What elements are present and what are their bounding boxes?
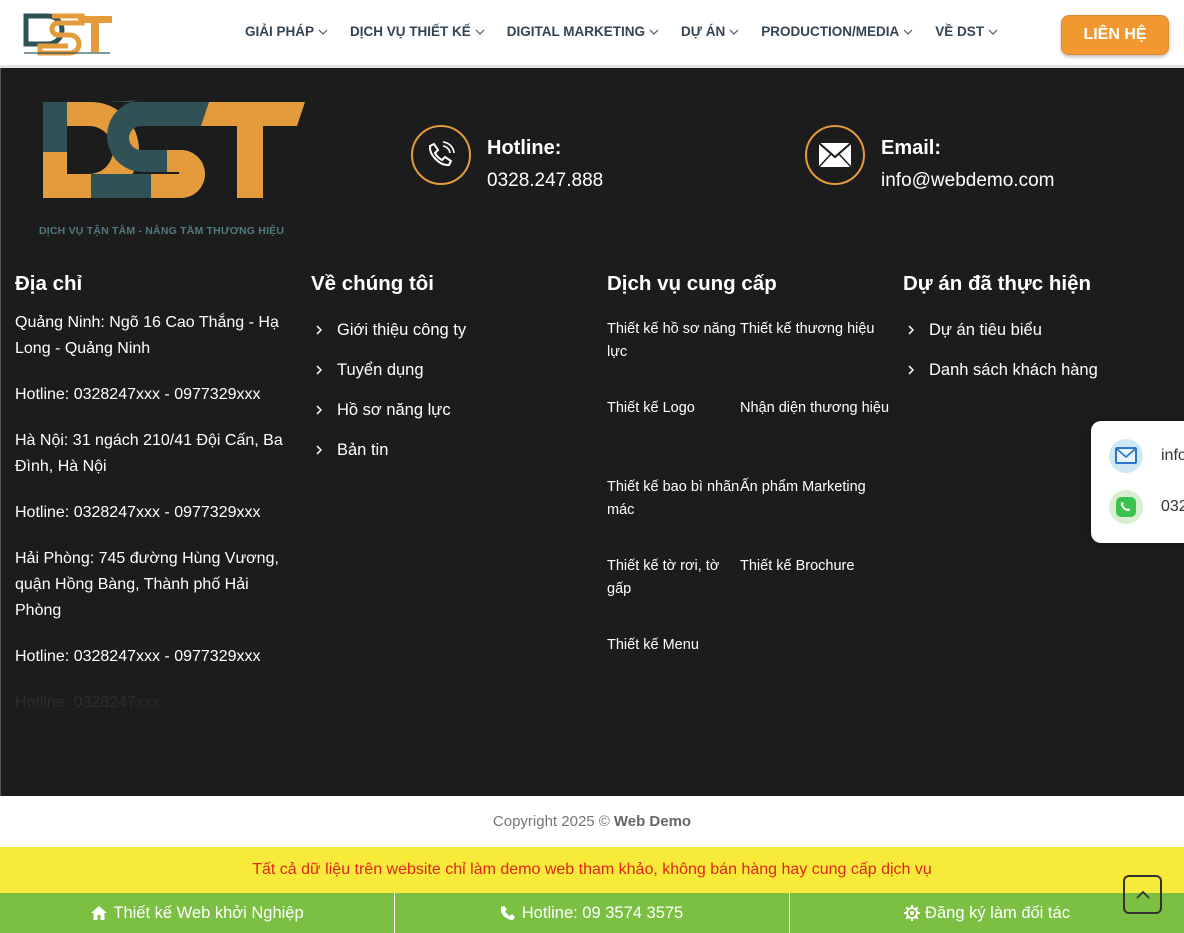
project-link[interactable]: Danh sách khách hàng <box>903 350 1163 390</box>
address-line-faded: Hotline: 0328247xxx <box>15 694 160 711</box>
about-column: Về chúng tôi Giới thiệu công ty Tuyển dụ… <box>311 272 581 470</box>
address-line: Hải Phòng: 745 đường Hùng Vương, quận Hồ… <box>15 550 279 619</box>
bottom-hotline-button[interactable]: Hotline: 09 3574 3575 <box>395 893 790 933</box>
chevron-down-icon <box>475 29 485 35</box>
link-label: Hồ sơ năng lực <box>337 400 451 419</box>
chevron-down-icon <box>318 29 328 35</box>
chevron-right-icon <box>908 365 915 375</box>
brand-tagline: DỊCH VỤ TẬN TÂM - NÂNG TẦM THƯƠNG HIỆU <box>39 225 285 237</box>
hotline-label: Hotline: <box>487 137 562 159</box>
link-label: Dự án tiêu biểu <box>929 320 1042 339</box>
address-title: Địa chỉ <box>15 272 83 295</box>
hotline-value[interactable]: 0328.247.888 <box>487 170 603 192</box>
home-icon <box>91 906 108 920</box>
demo-notice: Tất cả dữ liệu trên website chỉ làm demo… <box>0 847 1184 893</box>
about-link[interactable]: Bản tin <box>311 430 581 470</box>
dst-footer-logo: DỊCH VỤ TẬN TÂM - NÂNG TẦM THƯƠNG HIỆU <box>39 98 309 237</box>
about-title: Về chúng tôi <box>311 272 434 295</box>
notice-text: Tất cả dữ liệu trên website chỉ làm demo… <box>252 861 932 878</box>
service-link[interactable]: Thiết kế Logo <box>607 397 740 476</box>
phone-icon <box>411 125 471 185</box>
copyright-prefix: Copyright 2025 © <box>492 813 610 830</box>
projects-title: Dự án đã thực hiện <box>903 272 1092 295</box>
bottom-label: Đăng ký làm đối tác <box>925 903 1070 922</box>
email-label: Email: <box>881 137 942 159</box>
nav-label: DỰ ÁN <box>681 24 726 39</box>
link-label: Bản tin <box>337 440 389 459</box>
about-link[interactable]: Hồ sơ năng lực <box>311 390 581 430</box>
bottom-action-bar: Thiết kế Web khởi Nghiệp Hotline: 09 357… <box>0 893 1184 933</box>
link-label: Danh sách khách hàng <box>929 360 1098 379</box>
services-title: Dịch vụ cung cấp <box>607 272 777 295</box>
services-column: Dịch vụ cung cấp Thiết kế hồ sơ năng lực… <box>607 272 892 713</box>
address-line: Quảng Ninh: Ngõ 16 Cao Thắng - Hạ Long -… <box>15 314 279 357</box>
address-line: Hotline: 0328247xxx - 0977329xxx <box>15 648 261 665</box>
service-link[interactable]: Thiết kế tờ rơi, tờ gấp <box>607 555 740 634</box>
project-link[interactable]: Dự án tiêu biểu <box>903 310 1163 350</box>
chevron-down-icon <box>903 29 913 35</box>
about-link[interactable]: Tuyển dụng <box>311 350 581 390</box>
chevron-down-icon <box>988 29 998 35</box>
contact-button[interactable]: LIÊN HỆ <box>1061 15 1169 55</box>
bottom-label: Hotline: 09 3574 3575 <box>521 903 684 922</box>
email-block: Email: info@webdemo.com <box>805 125 1054 192</box>
nav-item-dich-vu-thiet-ke[interactable]: DỊCH VỤ THIẾT KẾ <box>350 24 485 39</box>
hotline-block: Hotline: 0328.247.888 <box>411 125 603 192</box>
chevron-up-icon <box>1135 890 1150 899</box>
widget-phone-text: 032 <box>1161 498 1184 515</box>
floating-contact-widget: info 032 <box>1091 421 1184 543</box>
nav-item-giai-phap[interactable]: GIẢI PHÁP <box>245 24 328 39</box>
address-column: Địa chỉ Quảng Ninh: Ngõ 16 Cao Thắng - H… <box>15 272 290 736</box>
chevron-down-icon <box>649 29 659 35</box>
chevron-right-icon <box>908 325 915 335</box>
address-line: Hà Nội: 31 ngách 210/41 Đội Cấn, Ba Đình… <box>15 432 283 475</box>
service-link[interactable]: Thiết kế hồ sơ năng lực <box>607 318 740 397</box>
about-link[interactable]: Giới thiệu công ty <box>311 310 581 350</box>
service-link[interactable]: Thiết kế bao bì nhãn mác <box>607 476 740 555</box>
whatsapp-icon <box>1109 490 1143 524</box>
service-link[interactable]: Nhận diện thương hiệu <box>740 397 890 476</box>
gear-icon <box>904 905 921 921</box>
chevron-right-icon <box>316 405 323 415</box>
nav-label: GIẢI PHÁP <box>245 24 315 39</box>
nav-item-production-media[interactable]: PRODUCTION/MEDIA <box>761 24 913 39</box>
nav-item-ve-dst[interactable]: VỀ DST <box>935 24 998 39</box>
widget-email[interactable]: info <box>1105 435 1184 477</box>
service-link[interactable]: Ấn phẩm Marketing <box>740 476 890 555</box>
address-line: Hotline: 0328247xxx - 0977329xxx <box>15 504 261 521</box>
copyright-bar: Copyright 2025 © Web Demo <box>0 796 1184 847</box>
email-value[interactable]: info@webdemo.com <box>881 170 1054 192</box>
service-link[interactable]: Thiết kế Menu <box>607 634 740 713</box>
nav-label: DIGITAL MARKETING <box>506 24 646 39</box>
widget-phone[interactable]: 032 <box>1105 486 1184 528</box>
site-footer: DỊCH VỤ TẬN TÂM - NÂNG TẦM THƯƠNG HIỆU H… <box>0 68 1184 796</box>
chevron-right-icon <box>316 365 323 375</box>
link-label: Tuyển dụng <box>337 360 424 379</box>
bottom-label: Thiết kế Web khởi Nghiệp <box>113 903 304 922</box>
projects-column: Dự án đã thực hiện Dự án tiêu biểu Danh … <box>903 272 1163 390</box>
chevron-right-icon <box>316 325 323 335</box>
dst-logo[interactable] <box>22 10 114 58</box>
link-label: Giới thiệu công ty <box>337 320 467 339</box>
dst-logo <box>43 100 305 198</box>
copyright-brand[interactable]: Web Demo <box>614 813 691 830</box>
mail-icon <box>805 125 865 185</box>
site-header: GIẢI PHÁP DỊCH VỤ THIẾT KẾ DIGITAL MARKE… <box>0 0 1184 68</box>
nav-item-digital-marketing[interactable]: DIGITAL MARKETING <box>507 24 659 39</box>
phone-icon <box>500 906 515 920</box>
widget-email-text: info <box>1161 447 1184 464</box>
service-link[interactable]: Thiết kế Brochure <box>740 555 890 634</box>
main-nav: GIẢI PHÁP DỊCH VỤ THIẾT KẾ DIGITAL MARKE… <box>245 24 1020 39</box>
nav-item-du-an[interactable]: DỰ ÁN <box>681 24 739 39</box>
mail-icon <box>1109 439 1143 473</box>
service-link[interactable]: Thiết kế thương hiệu <box>740 318 890 397</box>
chevron-right-icon <box>316 445 323 455</box>
nav-label: PRODUCTION/MEDIA <box>761 24 900 39</box>
chevron-down-icon <box>729 29 739 35</box>
address-line: Hotline: 0328247xxx - 0977329xxx <box>15 386 261 403</box>
bottom-startup-web-button[interactable]: Thiết kế Web khởi Nghiệp <box>0 893 395 933</box>
nav-label: VỀ DST <box>935 24 984 39</box>
back-to-top-button[interactable] <box>1123 875 1162 914</box>
nav-label: DỊCH VỤ THIẾT KẾ <box>350 24 471 39</box>
